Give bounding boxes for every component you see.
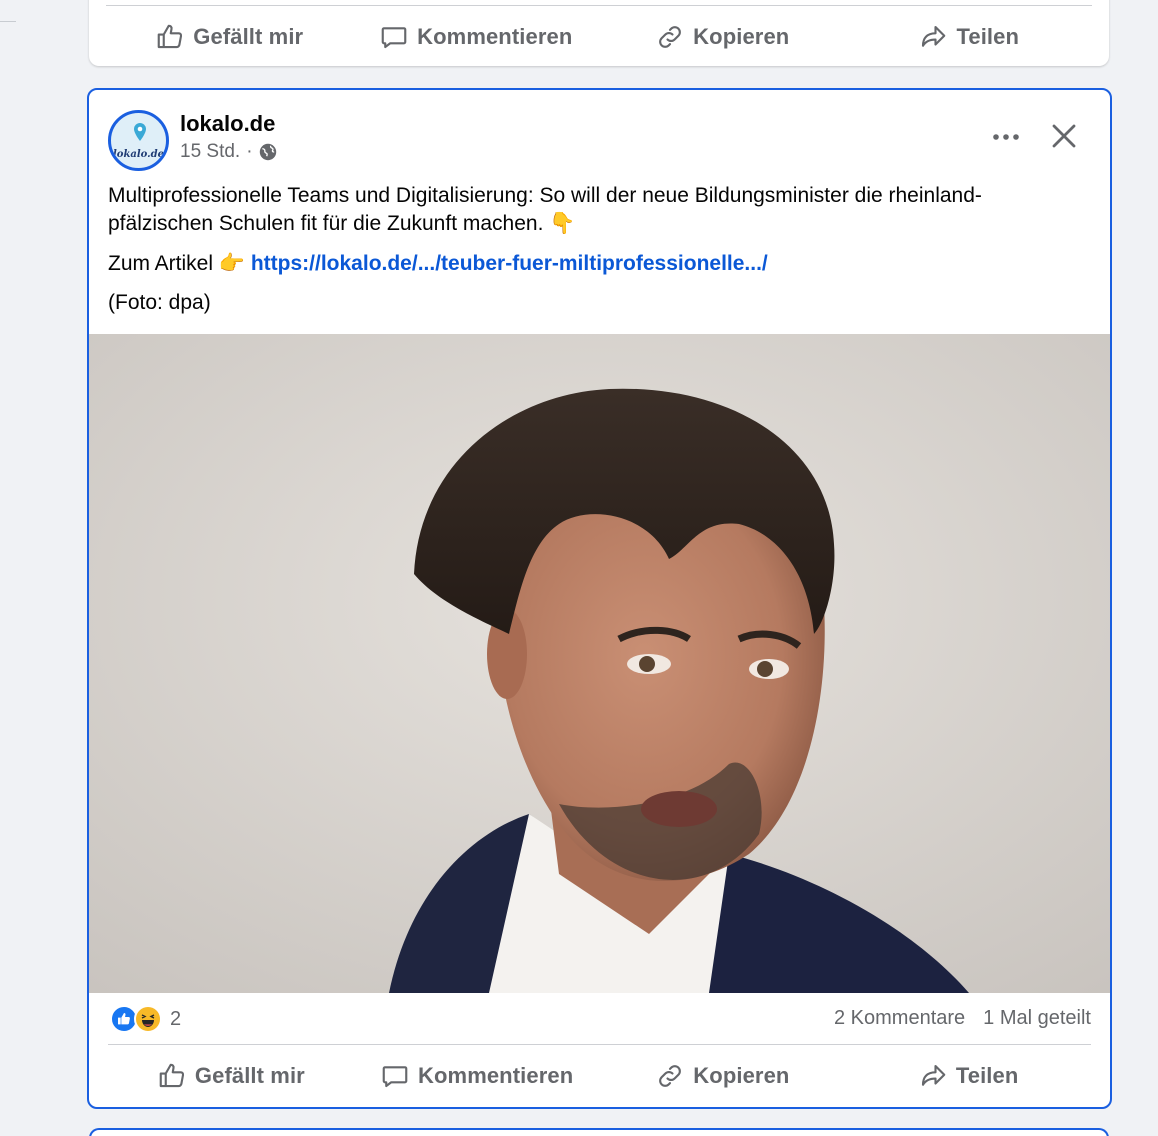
reaction-count: 2 <box>170 1007 182 1030</box>
comments-count[interactable]: 2 Kommentare <box>834 1007 965 1030</box>
share-button[interactable]: Teilen <box>846 15 1093 59</box>
comment-button[interactable]: Kommentieren <box>354 1054 600 1098</box>
comment-label: Kommentieren <box>418 1063 574 1088</box>
post-photo[interactable] <box>89 334 1110 993</box>
post-text: Multiprofessionelle Teams und Digitalisi… <box>108 184 982 235</box>
more-options-button[interactable] <box>988 122 1024 152</box>
next-post-card <box>89 1128 1109 1136</box>
action-divider <box>106 5 1092 6</box>
copy-label: Kopieren <box>693 1063 790 1088</box>
share-icon <box>921 1064 946 1086</box>
share-icon <box>922 25 946 47</box>
post-time[interactable]: 15 Std. <box>180 141 240 163</box>
like-label: Gefällt mir <box>193 24 304 49</box>
thumbs-up-icon <box>157 24 183 49</box>
meta-separator: · <box>246 141 253 162</box>
shares-count[interactable]: 1 Mal geteilt <box>983 1007 1091 1030</box>
close-icon <box>1052 124 1076 148</box>
post-meta: 15 Std. · <box>180 141 277 163</box>
post-author[interactable]: lokalo.de <box>180 111 275 137</box>
action-divider <box>108 1044 1091 1045</box>
article-link-line: Zum Artikel 👉 https://lokalo.de/.../teub… <box>108 250 768 278</box>
feed-divider <box>0 21 16 22</box>
comment-button[interactable]: Kommentieren <box>353 15 600 59</box>
previous-post-card: Gefällt mir Kommentieren Kopieren Teilen <box>89 0 1109 66</box>
photo-credit: (Foto: dpa) <box>108 291 211 314</box>
like-label: Gefällt mir <box>194 1063 305 1088</box>
copy-label: Kopieren <box>693 24 790 49</box>
page-avatar[interactable]: lokalo.de <box>108 110 169 171</box>
hide-post-button[interactable] <box>1048 120 1080 152</box>
portrait-image <box>89 334 1110 993</box>
like-button[interactable]: Gefällt mir <box>106 15 353 59</box>
comment-label: Kommentieren <box>417 24 573 49</box>
copy-link-button[interactable]: Kopieren <box>599 15 846 59</box>
link-icon <box>659 1065 682 1087</box>
post-stats: 2 Kommentare 1 Mal geteilt <box>834 1007 1091 1030</box>
comment-icon <box>382 1066 408 1088</box>
globe-icon <box>259 143 276 161</box>
post-action-bar: Gefällt mir Kommentieren Kopieren Teilen <box>108 1054 1091 1098</box>
share-button[interactable]: Teilen <box>845 1054 1091 1098</box>
more-icon <box>993 134 1019 140</box>
thumbs-up-icon <box>159 1063 185 1088</box>
location-pin-icon <box>134 123 146 141</box>
like-button[interactable]: Gefällt mir <box>108 1054 354 1098</box>
previous-post-action-bar: Gefällt mir Kommentieren Kopieren Teilen <box>106 15 1092 59</box>
post-card: lokalo.de lokalo.de 15 Std. · Multiprofe… <box>87 88 1112 1109</box>
share-label: Teilen <box>956 24 1020 49</box>
share-label: Teilen <box>955 1063 1019 1088</box>
article-link[interactable]: https://lokalo.de/.../teuber-fuer-miltip… <box>251 252 768 275</box>
haha-reaction-icon <box>134 1005 162 1033</box>
link-icon <box>659 26 682 48</box>
avatar-logo-text: lokalo.de <box>112 149 164 160</box>
article-link-prefix: Zum Artikel 👉 <box>108 252 246 275</box>
comment-icon <box>381 27 407 49</box>
reactions-summary[interactable]: 2 <box>110 1005 181 1033</box>
copy-link-button[interactable]: Kopieren <box>600 1054 846 1098</box>
